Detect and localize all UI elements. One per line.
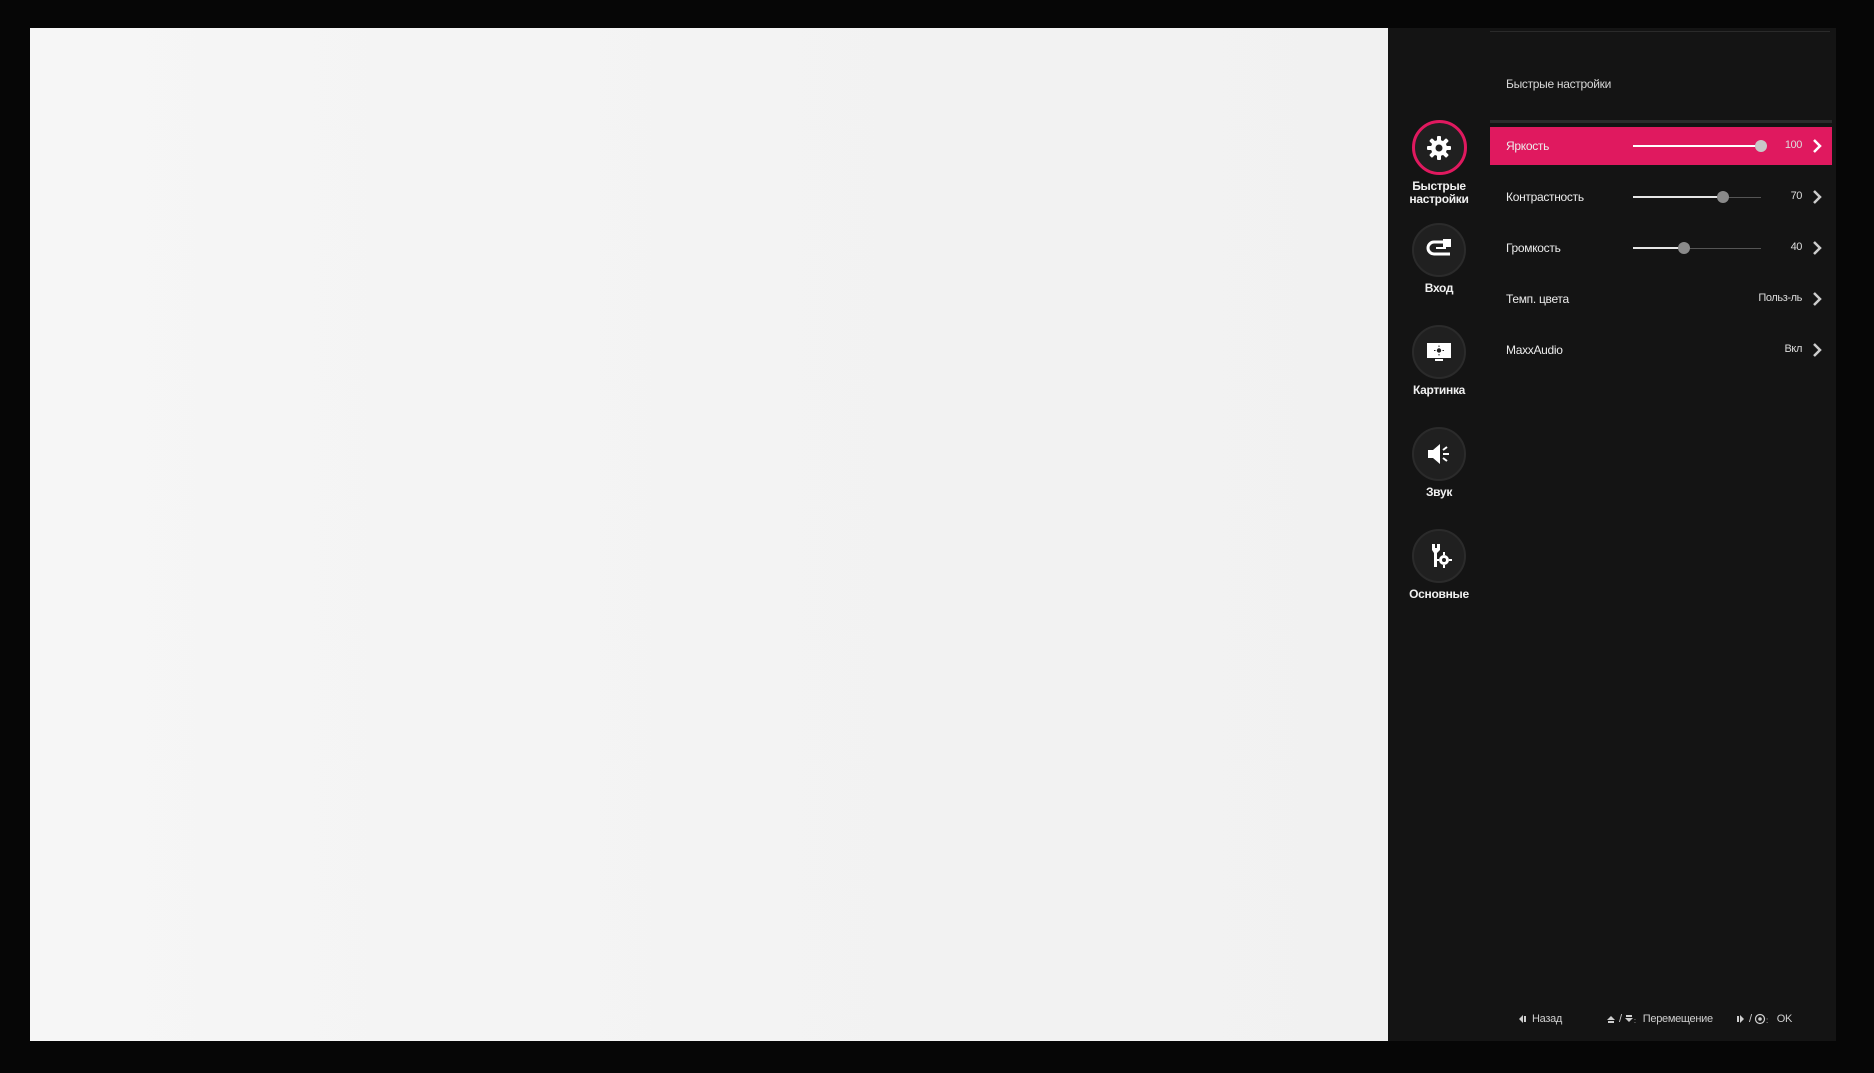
joystick-left-icon: [1519, 1015, 1526, 1023]
joystick-up-icon: [1607, 1016, 1615, 1023]
setting-label: Темп. цвета: [1506, 292, 1569, 306]
rail-circle: [1412, 223, 1466, 277]
slider-fill: [1633, 247, 1685, 249]
osd-menu: Быстрые настройки Вход Картинка Звук Осн…: [1388, 28, 1836, 1041]
slider-knob[interactable]: [1755, 140, 1767, 152]
setting-value: 100: [1784, 139, 1803, 151]
setting-row-brightness[interactable]: Яркость 100: [1490, 127, 1832, 165]
rail-label: Основные: [1400, 588, 1478, 601]
setting-row-maxxaudio[interactable]: MaxxAudio Вкл: [1490, 331, 1832, 369]
setting-value: Польз-ль: [1758, 292, 1802, 304]
hint-ok-separator: /: [1749, 1013, 1752, 1025]
chevron-right-icon: [1813, 241, 1822, 255]
panel-title: Быстрые настройки: [1506, 77, 1612, 91]
rail-item-sound[interactable]: Звук: [1400, 427, 1478, 499]
svg-text::: :: [1766, 1016, 1768, 1025]
setting-row-contrast[interactable]: Контрастность 70: [1490, 178, 1832, 216]
hint-move-separator: /: [1619, 1013, 1622, 1025]
picture-icon: [1427, 343, 1451, 361]
input-icon: [1426, 239, 1451, 256]
hint-ok-label: OK: [1776, 1013, 1793, 1025]
svg-text::: :: [1634, 1018, 1636, 1024]
hint-back-label: Назад: [1532, 1013, 1563, 1025]
rail-item-input[interactable]: Вход: [1400, 223, 1478, 295]
rail-label: Быстрые настройки: [1400, 180, 1478, 206]
setting-row-color-temp[interactable]: Темп. цвета Польз-ль: [1490, 280, 1832, 318]
divider: [1490, 31, 1830, 32]
setting-label: Яркость: [1506, 139, 1550, 153]
rail-label: Вход: [1400, 282, 1478, 295]
rail-circle: [1412, 325, 1466, 379]
rail-item-picture[interactable]: Картинка: [1400, 325, 1478, 397]
setting-label: Громкость: [1506, 241, 1561, 255]
rail-label-line2: настройки: [1409, 192, 1469, 206]
chevron-right-icon: [1813, 292, 1822, 306]
hint-move: / : Перемещение: [1606, 1013, 1713, 1025]
hint-ok: / : OK: [1736, 1013, 1792, 1025]
joystick-press-icon: :: [1754, 1013, 1768, 1025]
divider: [1490, 120, 1832, 123]
hint-back: Назад: [1518, 1013, 1562, 1025]
quick-settings-panel: Быстрые настройки Яркость 100 Контрастно…: [1490, 28, 1836, 1041]
slider-knob[interactable]: [1678, 242, 1691, 254]
setting-label: MaxxAudio: [1506, 343, 1563, 357]
setting-value: 70: [1790, 190, 1803, 202]
rail-label: Картинка: [1400, 384, 1478, 397]
rail-circle: [1411, 120, 1467, 175]
slider-fill: [1633, 145, 1761, 147]
chevron-right-icon: [1813, 190, 1822, 204]
setting-label: Контрастность: [1506, 190, 1584, 204]
rail-item-quick-settings[interactable]: Быстрые настройки: [1400, 120, 1478, 206]
setting-row-volume[interactable]: Громкость 40: [1490, 229, 1832, 267]
setting-value: Вкл: [1784, 343, 1803, 355]
rail-label-line1: Звук: [1425, 485, 1453, 499]
monitor-screen-area: [30, 28, 1388, 1041]
hint-move-label: Перемещение: [1642, 1013, 1713, 1025]
rail-circle: [1412, 529, 1466, 583]
rail-label-line1: Основные: [1409, 587, 1469, 601]
joystick-right-icon: [1737, 1015, 1744, 1023]
rail-item-general[interactable]: Основные: [1400, 529, 1478, 601]
rail-label-line1: Картинка: [1412, 383, 1466, 397]
chevron-right-icon: [1813, 139, 1822, 153]
slider-fill: [1633, 196, 1723, 198]
slider-knob[interactable]: [1716, 191, 1729, 203]
wrench-gear-icon: [1432, 544, 1452, 568]
setting-value: 40: [1790, 241, 1803, 253]
rail-label: Звук: [1400, 486, 1478, 499]
gear-icon: [1427, 135, 1451, 160]
chevron-right-icon: [1813, 343, 1822, 357]
rail-label-line1: Вход: [1424, 281, 1454, 295]
joystick-down-icon: :: [1624, 1015, 1636, 1024]
speaker-icon: [1428, 444, 1449, 464]
rail-circle: [1412, 427, 1466, 481]
